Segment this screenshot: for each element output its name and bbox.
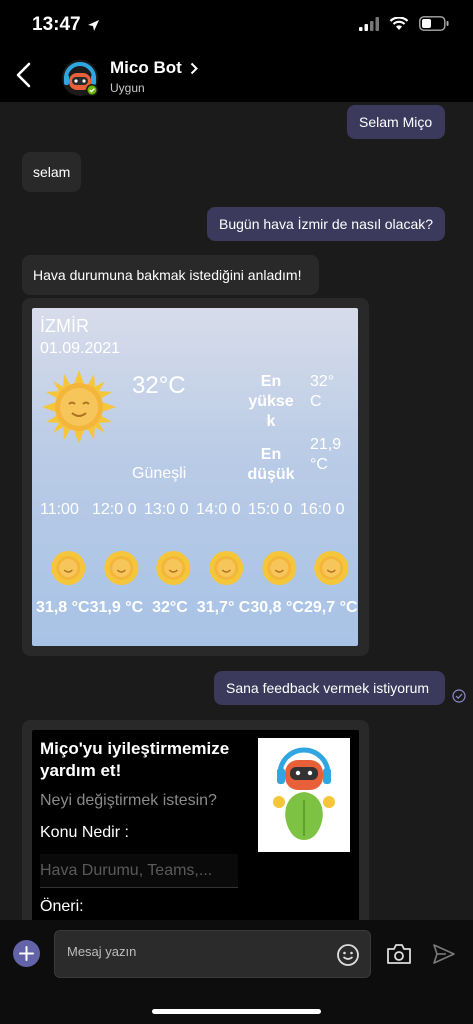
weather-city: İZMİR [40, 316, 89, 336]
sun-icon [51, 551, 86, 585]
forecast-hour: 16:0 0 [300, 501, 345, 518]
status-time: 13:47 [32, 14, 100, 36]
chat-header: Mico Bot Uygun [0, 50, 473, 102]
topic-placeholder: Hava Durumu, Teams,... [40, 861, 213, 879]
message-text: Selam Miço [359, 114, 433, 130]
sun-icon [104, 551, 139, 585]
wifi-icon [389, 16, 409, 30]
send-icon[interactable] [432, 943, 456, 965]
message-text: Bugün hava İzmir de nasıl olacak? [219, 216, 434, 232]
home-indicator [152, 1009, 321, 1014]
sun-icon [156, 551, 191, 585]
forecast-hours: 11:00 12:0 0 13:0 0 14:0 0 15:0 0 16:0 0 [40, 500, 352, 520]
feedback-card[interactable]: Miço'yu iyileştirmemize yardım et! Neyi … [22, 720, 369, 920]
low-value: 21,9 °C [310, 436, 342, 473]
message-outgoing[interactable]: Bugün hava İzmir de nasıl olacak? [207, 207, 445, 241]
feedback-title: Miço'yu iyileştirmemize yardım et! [40, 739, 230, 780]
message-text: selam [33, 164, 71, 180]
high-label: En yükse k [248, 373, 294, 430]
forecast-temp: 30,8 °C [250, 599, 304, 616]
forecast-hour: 14:0 0 [196, 501, 241, 518]
weather-date: 01.09.2021 [40, 340, 121, 357]
status-time-text: 13:47 [32, 14, 81, 35]
chevron-right-icon [190, 62, 198, 74]
chat-title[interactable]: Mico Bot [110, 58, 198, 78]
forecast-hour: 12:0 0 [92, 501, 137, 518]
sun-icon [262, 551, 297, 585]
chat-area[interactable]: Selam Miço selam Bugün hava İzmir de nas… [0, 102, 473, 920]
status-bar: 13:47 [0, 0, 473, 50]
forecast-temp: 31,9 °C [89, 599, 144, 616]
message-outgoing[interactable]: Sana feedback vermek istiyorum [214, 671, 445, 705]
battery-icon [419, 16, 449, 31]
low-label: En düşük [247, 446, 295, 483]
chat-title-text: Mico Bot [110, 58, 182, 77]
weather-panel: İZMİR 01.09.2021 32°C Güneşli En yükse k… [32, 308, 358, 646]
forecast-temp: 31,8 °C [36, 599, 90, 616]
plus-icon [19, 946, 34, 961]
forecast-temp: 32°C [152, 599, 188, 616]
sun-icon [42, 370, 116, 444]
suggestion-label: Öneri: [40, 898, 84, 915]
message-input[interactable]: Mesaj yazın [54, 930, 371, 978]
sun-icon [209, 551, 244, 585]
current-temperature: 32°C [132, 372, 186, 399]
add-button[interactable] [13, 940, 40, 967]
bot-mascot-image [258, 738, 350, 852]
weather-card[interactable]: İZMİR 01.09.2021 32°C Güneşli En yükse k… [22, 298, 369, 656]
camera-icon[interactable] [386, 943, 412, 965]
message-incoming[interactable]: selam [22, 152, 81, 192]
topic-input[interactable]: Hava Durumu, Teams,... [40, 854, 238, 888]
cellular-signal-icon [359, 16, 379, 31]
message-text: Hava durumuna bakmak istediğini anladım! [33, 267, 302, 283]
message-text: Sana feedback vermek istiyorum [226, 680, 430, 696]
location-arrow-icon [87, 19, 99, 31]
read-receipt-icon [452, 689, 466, 703]
status-indicators [359, 16, 449, 31]
back-chevron-icon[interactable] [12, 60, 36, 90]
feedback-question: Neyi değiştirmek istesin? [40, 792, 217, 809]
forecast-hour: 13:0 0 [144, 501, 189, 518]
message-outgoing[interactable]: Selam Miço [347, 105, 445, 139]
forecast-temp: 29,7 °C [303, 599, 358, 616]
forecast-temp: 31,7° C [196, 599, 251, 616]
forecast-icons [42, 550, 358, 586]
forecast-hour: 11:00 [40, 501, 79, 518]
feedback-form: Miço'yu iyileştirmemize yardım et! Neyi … [32, 730, 359, 920]
high-value: 32° C [310, 373, 335, 410]
message-placeholder: Mesaj yazın [67, 944, 137, 959]
topic-label: Konu Nedir : [40, 824, 129, 841]
message-incoming[interactable]: Hava durumuna bakmak istediğini anladım! [22, 255, 319, 295]
bot-avatar[interactable] [60, 58, 100, 98]
weather-condition: Güneşli [132, 465, 187, 482]
presence-status: Uygun [110, 81, 145, 95]
forecast-temperatures: 31,8 °C 31,9 °C 32°C 31,7° C 30,8 °C 29,… [36, 598, 358, 618]
emoji-icon[interactable] [336, 943, 360, 967]
forecast-hour: 15:0 0 [248, 501, 293, 518]
sun-icon [314, 551, 349, 585]
